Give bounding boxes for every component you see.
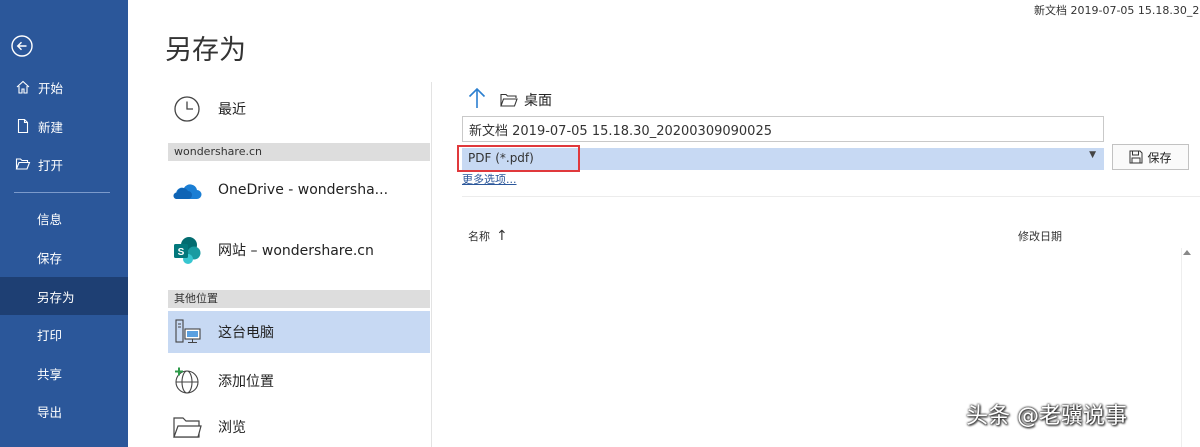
location-label: 添加位置 bbox=[218, 374, 274, 390]
nav-item-save-as[interactable]: 另存为 bbox=[0, 277, 128, 315]
nav-item-label: 打印 bbox=[37, 327, 63, 343]
column-header-label: 名称 bbox=[468, 230, 490, 243]
svg-text:S: S bbox=[178, 247, 185, 258]
column-header-date-modified[interactable]: 修改日期 bbox=[1018, 228, 1062, 244]
watermark: 头条 @老骥说事 bbox=[966, 404, 1127, 429]
sharepoint-icon: S bbox=[172, 235, 202, 265]
filename-input[interactable]: 新文档 2019-07-05 15.18.30_20200309090025 bbox=[462, 116, 1104, 142]
location-this-pc[interactable]: 这台电脑 bbox=[168, 311, 430, 353]
save-disk-icon bbox=[1129, 150, 1143, 164]
chevron-down-icon: ▼ bbox=[1089, 150, 1096, 160]
locations-list: 最近 wondershare.cn OneDrive - wondersha..… bbox=[168, 82, 430, 447]
location-label: 最近 bbox=[218, 102, 246, 118]
add-globe-icon bbox=[172, 366, 202, 396]
new-doc-icon bbox=[15, 118, 31, 134]
nav-item-label: 另存为 bbox=[37, 289, 75, 305]
section-header-other: 其他位置 bbox=[168, 290, 430, 308]
nav-item-label: 信息 bbox=[37, 211, 63, 227]
location-sharepoint-site[interactable]: S 网站 – wondershare.cn bbox=[168, 230, 430, 270]
location-recent[interactable]: 最近 bbox=[168, 92, 430, 126]
nav-item-label: 打开 bbox=[38, 157, 64, 173]
save-button-label: 保存 bbox=[1147, 150, 1172, 165]
nav-item-export[interactable]: 导出 bbox=[0, 392, 128, 430]
onedrive-cloud-icon bbox=[172, 175, 202, 205]
save-button[interactable]: 保存 bbox=[1112, 144, 1189, 170]
clock-icon bbox=[172, 94, 202, 124]
home-icon bbox=[15, 79, 31, 95]
folder-icon bbox=[172, 412, 202, 442]
nav-item-label: 新建 bbox=[38, 119, 64, 135]
location-browse[interactable]: 浏览 bbox=[168, 407, 430, 447]
location-label: 浏览 bbox=[218, 420, 246, 436]
page-title: 另存为 bbox=[165, 35, 246, 66]
backstage-nav: 开始 新建 打开 信息 保存 另存为 打印 共享 导出 bbox=[0, 0, 128, 447]
location-label: 网站 – wondershare.cn bbox=[218, 243, 374, 259]
save-panel: 桌面 新文档 2019-07-05 15.18.30_2020030909002… bbox=[432, 82, 1200, 447]
document-title: 新文档 2019-07-05 15.18.30_2020 bbox=[1034, 4, 1200, 17]
file-type-dropdown[interactable]: PDF (*.pdf) ▼ bbox=[462, 148, 1104, 170]
open-folder-icon bbox=[15, 156, 31, 172]
vertical-scrollbar[interactable] bbox=[1181, 248, 1192, 447]
nav-item-new[interactable]: 新建 bbox=[0, 107, 128, 145]
location-label: OneDrive - wondersha... bbox=[218, 182, 389, 198]
nav-item-home[interactable]: 开始 bbox=[0, 68, 128, 106]
location-add[interactable]: 添加位置 bbox=[168, 360, 430, 402]
nav-item-label: 导出 bbox=[37, 404, 63, 420]
back-arrow-icon[interactable] bbox=[11, 35, 33, 57]
up-arrow-icon[interactable] bbox=[466, 86, 488, 110]
file-type-value: PDF (*.pdf) bbox=[468, 151, 534, 165]
computer-icon bbox=[172, 317, 202, 347]
location-label: 这台电脑 bbox=[218, 325, 274, 341]
nav-item-share[interactable]: 共享 bbox=[0, 354, 128, 392]
scroll-up-arrow-icon[interactable] bbox=[1183, 250, 1191, 255]
folder-breadcrumb[interactable]: 桌面 bbox=[500, 90, 552, 110]
nav-separator bbox=[14, 192, 110, 193]
nav-item-info[interactable]: 信息 bbox=[0, 199, 128, 237]
folder-icon bbox=[500, 93, 518, 107]
more-options-link[interactable]: 更多选项... bbox=[462, 171, 517, 187]
nav-item-label: 共享 bbox=[37, 366, 63, 382]
sort-up-arrow-icon: ↑ bbox=[496, 228, 508, 244]
column-header-name[interactable]: 名称 ↑ bbox=[468, 228, 508, 244]
section-header-cloud: wondershare.cn bbox=[168, 143, 430, 161]
nav-item-print[interactable]: 打印 bbox=[0, 315, 128, 353]
nav-item-open[interactable]: 打开 bbox=[0, 145, 128, 183]
current-folder-label: 桌面 bbox=[524, 93, 552, 109]
location-onedrive[interactable]: OneDrive - wondersha... bbox=[168, 170, 430, 210]
nav-item-label: 保存 bbox=[37, 250, 63, 266]
nav-item-save[interactable]: 保存 bbox=[0, 238, 128, 276]
nav-item-label: 开始 bbox=[38, 80, 64, 96]
section-divider bbox=[462, 196, 1200, 197]
